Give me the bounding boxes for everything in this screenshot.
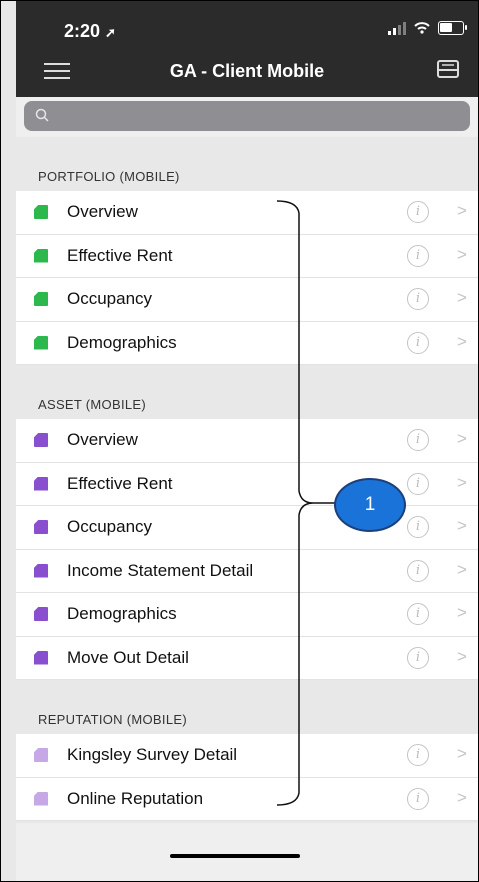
annotation-bracket bbox=[276, 200, 335, 806]
phone-screen: 2:20 ➚ GA - Client Mobile PORTFOLIO (MOB… bbox=[0, 0, 479, 882]
annotation-callout: 1 bbox=[334, 478, 406, 532]
